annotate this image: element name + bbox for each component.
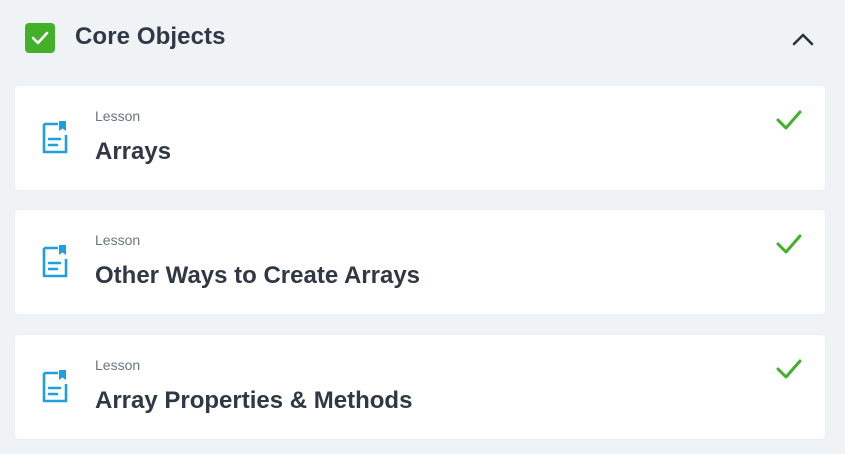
checkmark-icon <box>776 359 802 379</box>
checkbox-checked-icon <box>31 31 49 45</box>
lesson-type-label: Lesson <box>95 357 141 373</box>
lesson-type-label: Lesson <box>95 232 141 248</box>
course-section: Core Objects Lesson Arrays Lesson Other … <box>0 0 845 454</box>
section-header[interactable]: Core Objects <box>0 0 845 76</box>
checkmark-icon <box>776 234 802 254</box>
checkmark-icon <box>776 110 802 130</box>
lesson-item[interactable]: Lesson Array Properties & Methods <box>15 335 825 439</box>
lesson-document-icon <box>42 121 68 154</box>
lesson-document-icon <box>42 245 68 278</box>
lesson-title[interactable]: Other Ways to Create Arrays <box>95 261 420 291</box>
section-complete-checkbox <box>25 23 55 53</box>
lesson-title[interactable]: Arrays <box>95 137 171 167</box>
lesson-type-label: Lesson <box>95 108 141 124</box>
chevron-up-icon <box>792 33 814 46</box>
lesson-item[interactable]: Lesson Arrays <box>15 86 825 190</box>
lesson-title[interactable]: Array Properties & Methods <box>95 386 412 416</box>
lesson-item[interactable]: Lesson Other Ways to Create Arrays <box>15 210 825 314</box>
section-title: Core Objects <box>75 23 226 50</box>
lesson-document-icon <box>42 370 68 403</box>
collapse-section-button[interactable] <box>786 24 820 54</box>
